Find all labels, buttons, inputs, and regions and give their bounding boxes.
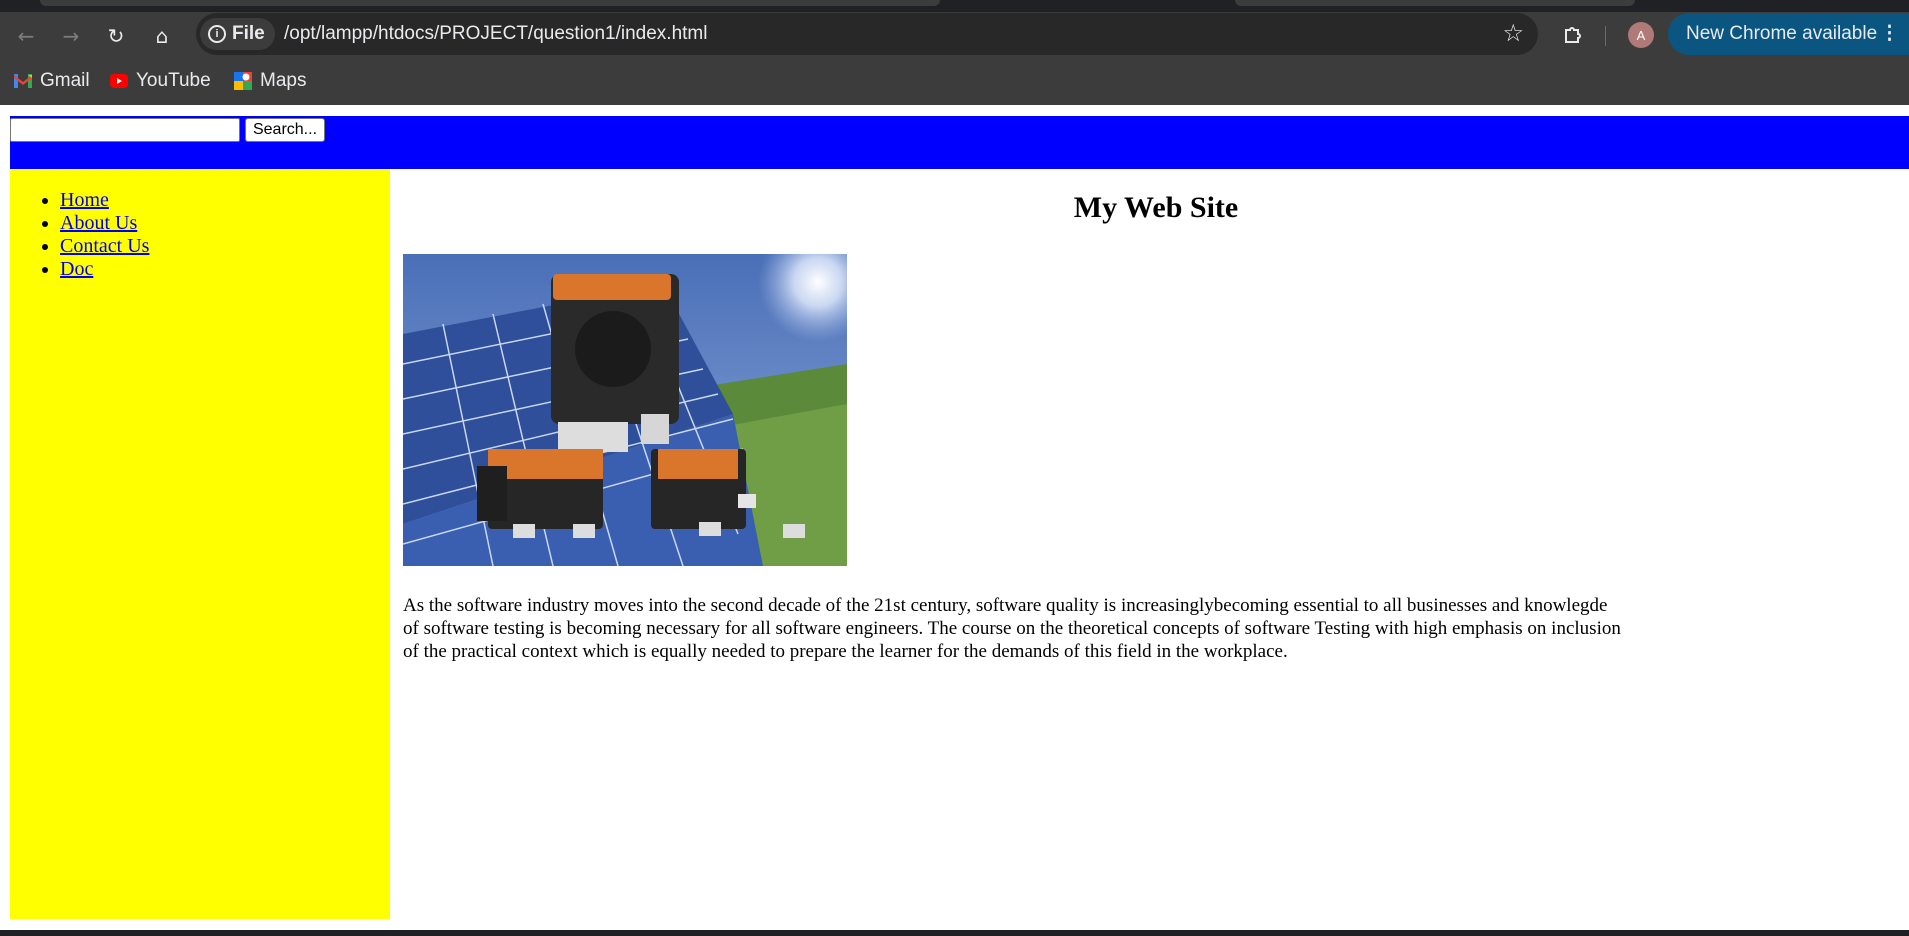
more-menu-icon[interactable]: ⋮ — [1880, 13, 1899, 55]
nav-item-doc: Doc — [60, 258, 390, 281]
nav-link-about-us[interactable]: About Us — [60, 212, 137, 234]
address-bar[interactable]: i File /opt/lampp/htdocs/PROJECT/questio… — [196, 13, 1538, 55]
search-button[interactable]: Search... — [245, 118, 325, 142]
gmail-icon — [14, 74, 32, 88]
nav-item-home: Home — [60, 189, 390, 212]
tab[interactable] — [40, 0, 940, 6]
toolbar-divider — [1605, 26, 1606, 46]
bookmark-gmail[interactable]: Gmail — [14, 66, 90, 96]
bookmark-star-icon[interactable]: ☆ — [1502, 19, 1524, 47]
nav-link-contact-us[interactable]: Contact Us — [60, 235, 149, 257]
solar-panel-devices-image — [403, 254, 847, 566]
nav-item-contact: Contact Us — [60, 235, 390, 258]
extensions-icon[interactable] — [1558, 20, 1588, 50]
site-info-chip[interactable]: i File — [200, 18, 275, 50]
nav-link-doc[interactable]: Doc — [60, 258, 93, 280]
youtube-icon — [110, 74, 128, 88]
maps-icon — [234, 72, 252, 90]
browser-chrome: ← → ↻ ⌂ i File /opt/lampp/htdocs/PROJECT… — [0, 0, 1909, 105]
forward-icon[interactable]: → — [55, 20, 87, 52]
home-icon[interactable]: ⌂ — [146, 20, 178, 52]
profile-avatar[interactable]: A — [1628, 22, 1654, 48]
reload-icon[interactable]: ↻ — [100, 20, 132, 52]
bookmark-label: YouTube — [136, 70, 211, 91]
site-info-label: File — [232, 23, 265, 44]
window-bottom-edge — [0, 930, 1909, 936]
intro-paragraph: As the software industry moves into the … — [403, 595, 1621, 662]
info-icon: i — [208, 25, 226, 43]
nav-item-about: About Us — [60, 212, 390, 235]
bookmark-maps[interactable]: Maps — [234, 66, 306, 96]
main-content: My Web Site As the software industry mov… — [403, 169, 1693, 919]
product-image — [403, 254, 847, 566]
toolbar: ← → ↻ ⌂ i File /opt/lampp/htdocs/PROJECT… — [0, 12, 1909, 56]
bookmark-label: Maps — [260, 70, 307, 91]
search-input[interactable] — [10, 118, 240, 142]
nav-link-home[interactable]: Home — [60, 189, 109, 211]
page-title: My Web Site — [1073, 191, 1239, 224]
sidebar: Home About Us Contact Us Doc — [10, 169, 390, 919]
site-header: Search... — [10, 116, 1909, 169]
tab[interactable] — [1235, 0, 1635, 6]
back-icon[interactable]: ← — [10, 20, 42, 52]
nav-list: Home About Us Contact Us Doc — [10, 189, 390, 281]
tab-strip — [0, 0, 1909, 12]
url-text[interactable]: /opt/lampp/htdocs/PROJECT/question1/inde… — [284, 13, 707, 55]
puzzle-icon — [1565, 27, 1581, 43]
bookmarks-bar: Gmail YouTube Maps — [0, 62, 1909, 100]
update-chrome-button[interactable]: New Chrome available ⋮ — [1668, 13, 1909, 55]
bookmark-youtube[interactable]: YouTube — [110, 66, 211, 96]
web-page: Search... Home About Us Contact Us Doc M… — [0, 105, 1909, 936]
bookmark-label: Gmail — [40, 70, 90, 91]
update-label: New Chrome available — [1686, 23, 1878, 44]
